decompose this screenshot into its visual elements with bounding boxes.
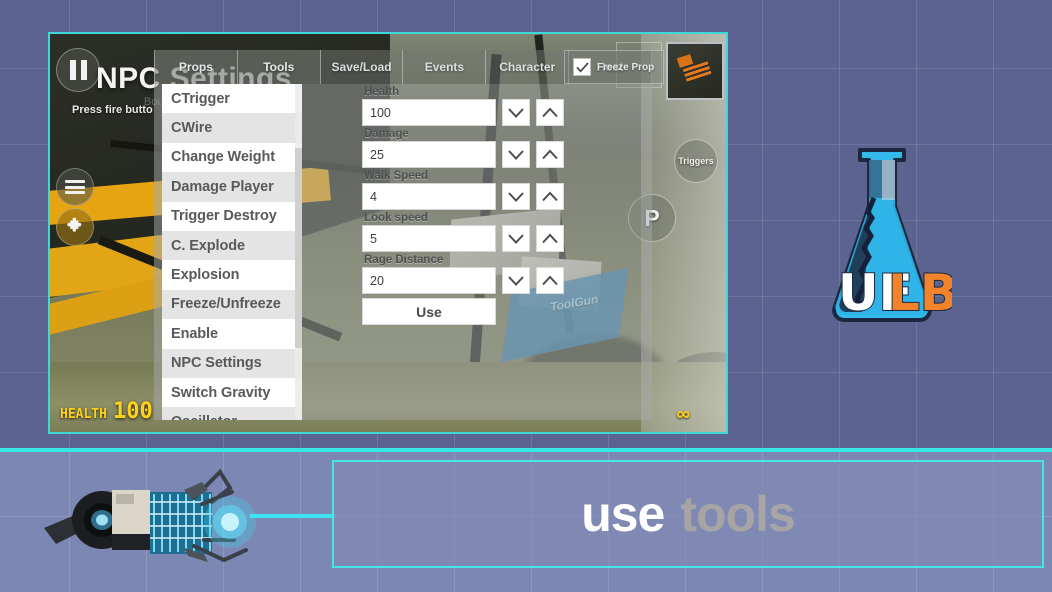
scrollbar-thumb[interactable]: [295, 148, 302, 348]
tab-save-load[interactable]: Save/Load: [321, 50, 404, 84]
chevron-up-icon: [541, 275, 559, 287]
health-label: HEALTH: [60, 407, 107, 422]
puzzle-piece-icon: [65, 217, 85, 237]
chevron-down-icon: [507, 107, 525, 119]
pause-icon: [70, 60, 76, 80]
field-label-walk-speed: Walk Speed: [364, 170, 644, 182]
game-screenshot-panel: ToolGun Bounceri NPC Settings Press fire…: [48, 32, 728, 434]
tab-props[interactable]: Props: [154, 50, 238, 84]
chevron-up-icon: [541, 233, 559, 245]
hud-addon-button[interactable]: [56, 208, 94, 246]
list-item[interactable]: CWire: [162, 113, 302, 142]
field-label-damage: Damage: [364, 128, 644, 140]
hud-menu-button[interactable]: [56, 168, 94, 206]
chevron-up-icon: [541, 107, 559, 119]
chevron-down-icon: [507, 275, 525, 287]
chevron-up-icon: [541, 149, 559, 161]
freeze-prop-label: Freeze Prop: [597, 62, 654, 73]
caption-word-primary: use: [581, 485, 664, 543]
field-label-health: Health: [364, 86, 644, 98]
hamburger-menu-icon: [65, 180, 85, 194]
chevron-up-icon: [541, 191, 559, 203]
health-value: 100: [113, 399, 153, 424]
inventory-slot-active[interactable]: [666, 42, 724, 100]
tool-list-scrollbar[interactable]: [295, 84, 302, 420]
list-item[interactable]: Damage Player: [162, 172, 302, 201]
logo-text-orange: LB: [888, 264, 952, 322]
list-item[interactable]: Change Weight: [162, 143, 302, 172]
field-row-rage-distance: 20: [362, 267, 644, 294]
page-root: ToolGun Bounceri NPC Settings Press fire…: [0, 0, 1052, 592]
chevron-down-icon: [507, 149, 525, 161]
list-item[interactable]: C. Explode: [162, 231, 302, 260]
list-item[interactable]: Freeze/Unfreeze: [162, 290, 302, 319]
walk-speed-input[interactable]: 4: [362, 183, 496, 210]
use-button[interactable]: Use: [362, 298, 496, 325]
walk-speed-decrement-button[interactable]: [502, 183, 530, 210]
chevron-down-icon: [507, 233, 525, 245]
field-row-walk-speed: 4: [362, 183, 644, 210]
caption-panel: use tools: [332, 460, 1044, 568]
caption-text: use tools: [334, 462, 1042, 566]
health-input[interactable]: 100: [362, 99, 496, 126]
health-decrement-button[interactable]: [502, 99, 530, 126]
damage-input[interactable]: 25: [362, 141, 496, 168]
health-increment-button[interactable]: [536, 99, 564, 126]
look-speed-decrement-button[interactable]: [502, 225, 530, 252]
list-item[interactable]: CTrigger: [162, 84, 302, 113]
walk-speed-increment-button[interactable]: [536, 183, 564, 210]
list-item[interactable]: Explosion: [162, 260, 302, 289]
freeze-prop-checkbox[interactable]: [573, 58, 591, 76]
list-item[interactable]: Enable: [162, 319, 302, 348]
damage-increment-button[interactable]: [536, 141, 564, 168]
look-speed-input[interactable]: 5: [362, 225, 496, 252]
chevron-down-icon: [507, 191, 525, 203]
rage-distance-input[interactable]: 20: [362, 267, 496, 294]
list-item[interactable]: NPC Settings: [162, 349, 302, 378]
gravity-gun-beam: [250, 514, 336, 518]
damage-decrement-button[interactable]: [502, 141, 530, 168]
tab-character[interactable]: Character: [486, 50, 569, 84]
field-row-damage: 25: [362, 141, 644, 168]
pause-button[interactable]: [56, 48, 100, 92]
rage-distance-increment-button[interactable]: [536, 267, 564, 294]
field-row-look-speed: 5: [362, 225, 644, 252]
gravity-gun-icon: [34, 468, 334, 572]
triggers-button[interactable]: Triggers: [674, 139, 718, 183]
settings-fields: Health 100 Damage 25: [362, 84, 644, 325]
vflb-beaker-logo: UF LB: [812, 142, 952, 337]
ammo-infinity-indicator: ∞: [676, 404, 690, 426]
tool-settings-modal: CTrigger CWire Change Weight Damage Play…: [154, 84, 652, 420]
tool-list[interactable]: CTrigger CWire Change Weight Damage Play…: [162, 84, 302, 420]
list-item[interactable]: Switch Gravity: [162, 378, 302, 407]
freeze-prop-toggle[interactable]: Freeze Prop: [564, 50, 664, 84]
list-item[interactable]: Oscillator: [162, 407, 302, 420]
health-indicator: HEALTH 100: [60, 399, 153, 424]
tab-events[interactable]: Events: [403, 50, 486, 84]
page-subtitle: Press fire butto: [72, 104, 153, 116]
field-label-rage-distance: Rage Distance: [364, 254, 644, 266]
tab-tools[interactable]: Tools: [238, 50, 321, 84]
look-speed-increment-button[interactable]: [536, 225, 564, 252]
field-label-look-speed: Look speed: [364, 212, 644, 224]
checkmark-icon: [576, 62, 589, 73]
caption-word-secondary: tools: [680, 485, 794, 543]
field-row-health: 100: [362, 99, 644, 126]
rage-distance-decrement-button[interactable]: [502, 267, 530, 294]
list-item[interactable]: Trigger Destroy: [162, 202, 302, 231]
